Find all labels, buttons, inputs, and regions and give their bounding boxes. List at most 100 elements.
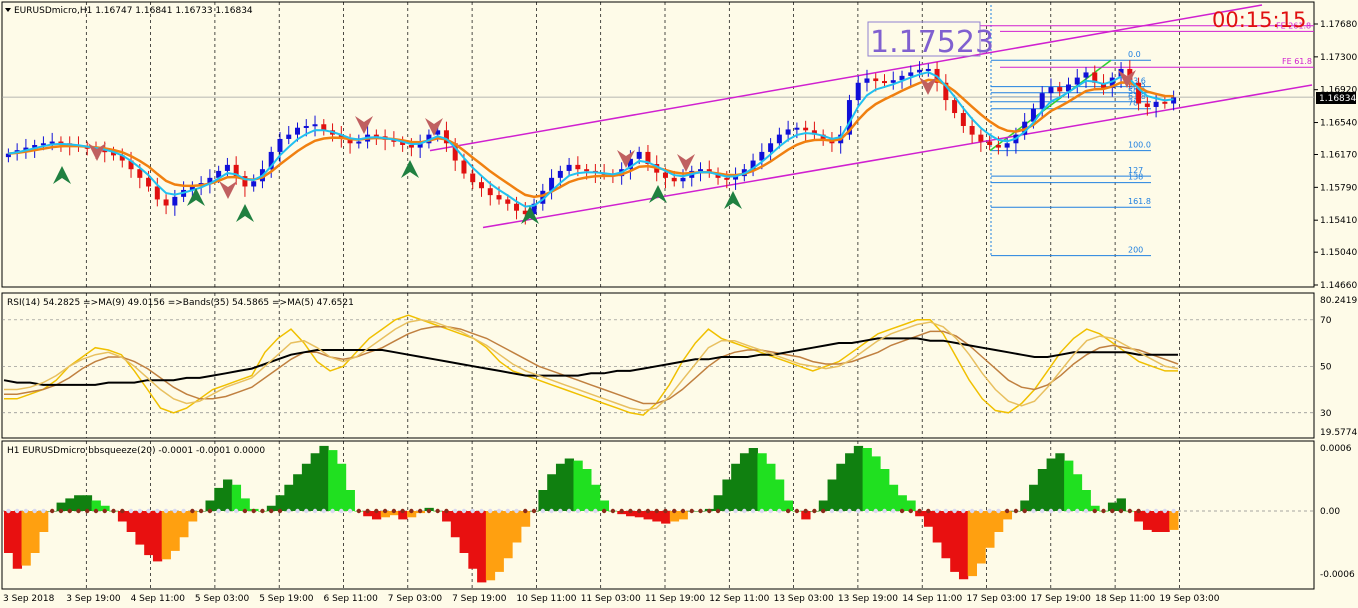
candle-body (776, 134, 782, 144)
squeeze-dot (225, 508, 230, 514)
candle-body (146, 177, 152, 187)
time-label: 13 Sep 03:00 (774, 594, 834, 604)
candle-body (952, 100, 958, 114)
rsi-axis-label: 70 (1320, 316, 1332, 326)
squeeze-dot (374, 508, 379, 514)
candle-body (917, 69, 923, 73)
squeeze-bar (223, 479, 233, 511)
squeeze-bar (547, 474, 557, 511)
price-label: 1.15790 (1320, 183, 1357, 193)
squeeze-bar (494, 511, 504, 572)
candle-body (890, 80, 896, 83)
squeeze-bar (1037, 469, 1048, 511)
candle-body (286, 134, 292, 139)
candle-body (671, 177, 677, 182)
candle-body (882, 81, 887, 84)
squeeze-dot (216, 508, 221, 514)
squeeze-dot (1048, 508, 1054, 514)
squeeze-dot (1040, 508, 1045, 514)
squeeze-header: H1 EURUSDmicro bbsqueeze(20) -0.0001 -0.… (7, 446, 265, 456)
squeeze-dot (1118, 508, 1124, 514)
squeeze-bar (766, 463, 776, 511)
candle-body (636, 151, 642, 159)
squeeze-bar (179, 511, 189, 538)
squeeze-bar (591, 484, 601, 511)
squeeze-dot (198, 508, 204, 514)
candle-body (295, 127, 300, 135)
squeeze-bar (923, 511, 934, 527)
squeeze-dot (470, 508, 475, 514)
squeeze-bar (774, 479, 785, 511)
squeeze-dot (908, 508, 913, 514)
squeeze-dot (137, 508, 142, 514)
fib-level-label: 100.0 (1128, 141, 1151, 150)
squeeze-dot (93, 508, 99, 514)
squeeze-dot (996, 508, 1001, 514)
candle-body (768, 143, 774, 152)
candle-body (496, 195, 502, 200)
candle-body (1171, 97, 1177, 104)
fe-label: FE 61.8 (1282, 57, 1312, 66)
time-label: 13 Sep 19:00 (838, 594, 898, 604)
price-label: 1.16170 (1320, 151, 1357, 161)
squeeze-axis: 0.0006 0.00 -0.0006 (1320, 444, 1355, 580)
time-label: 7 Sep 03:00 (388, 594, 443, 604)
price-label: 1.17300 (1320, 53, 1357, 63)
squeeze-bar (231, 484, 242, 511)
squeeze-bar (214, 487, 224, 511)
squeeze-bar (520, 511, 531, 527)
price-label: 1.17680 (1320, 20, 1357, 30)
price-label: 1.15040 (1320, 248, 1357, 258)
candle-body (49, 141, 55, 144)
squeeze-dot (242, 508, 248, 514)
squeeze-bar (555, 463, 566, 511)
trading-chart[interactable]: 781271382000.023.638.250.061.8100.0161.8… (0, 0, 1358, 608)
squeeze-bar (976, 511, 986, 564)
main-header: EURUSDmicro,H1 1.16747 1.16841 1.16733 1… (14, 6, 253, 16)
time-label: 3 Sep 19:00 (66, 594, 121, 604)
squeeze-dot (6, 508, 11, 514)
squeeze-bar (450, 511, 461, 538)
squeeze-bar (4, 511, 14, 553)
candle-body (794, 127, 800, 130)
squeeze-dot (58, 508, 64, 514)
squeeze-bar (459, 511, 469, 553)
squeeze-bar (1160, 511, 1170, 532)
candle-body (1144, 103, 1150, 107)
squeeze-bar (958, 511, 969, 580)
price-label-text: 1.17523 (870, 25, 994, 60)
fib-level-label: 161.8 (1128, 197, 1151, 206)
squeeze-dot (76, 508, 81, 514)
squeeze-bar (503, 511, 513, 559)
squeeze-dot (978, 508, 984, 514)
squeeze-axis-label: -0.0006 (1320, 570, 1355, 580)
squeeze-dot (601, 508, 607, 514)
squeeze-dot (339, 508, 344, 514)
squeeze-bar (722, 479, 732, 511)
squeeze-dot (488, 508, 493, 514)
squeeze-dot (698, 508, 703, 514)
squeeze-dot (102, 508, 107, 514)
squeeze-dot (461, 508, 467, 514)
time-label: 17 Sep 19:00 (1031, 594, 1091, 604)
main-panel[interactable] (1, 1, 1315, 288)
squeeze-bar (328, 450, 338, 511)
squeeze-dot (891, 508, 896, 514)
squeeze-dot (575, 508, 581, 514)
squeeze-dot (1136, 508, 1141, 514)
squeeze-dot (584, 508, 589, 514)
squeeze-dot (163, 508, 169, 514)
squeeze-dot (864, 508, 870, 514)
squeeze-axis-label: 0.0006 (1320, 444, 1352, 454)
squeeze-dot (304, 508, 309, 514)
squeeze-bar (1055, 453, 1065, 511)
squeeze-dot (1031, 508, 1036, 514)
candle-body (251, 181, 257, 187)
candle-body (224, 164, 230, 171)
squeeze-dot (654, 508, 659, 514)
candle-body (584, 169, 590, 172)
candle-body (172, 196, 178, 206)
candle-body (575, 164, 581, 170)
squeeze-dot (330, 508, 335, 514)
squeeze-dot (409, 508, 414, 514)
